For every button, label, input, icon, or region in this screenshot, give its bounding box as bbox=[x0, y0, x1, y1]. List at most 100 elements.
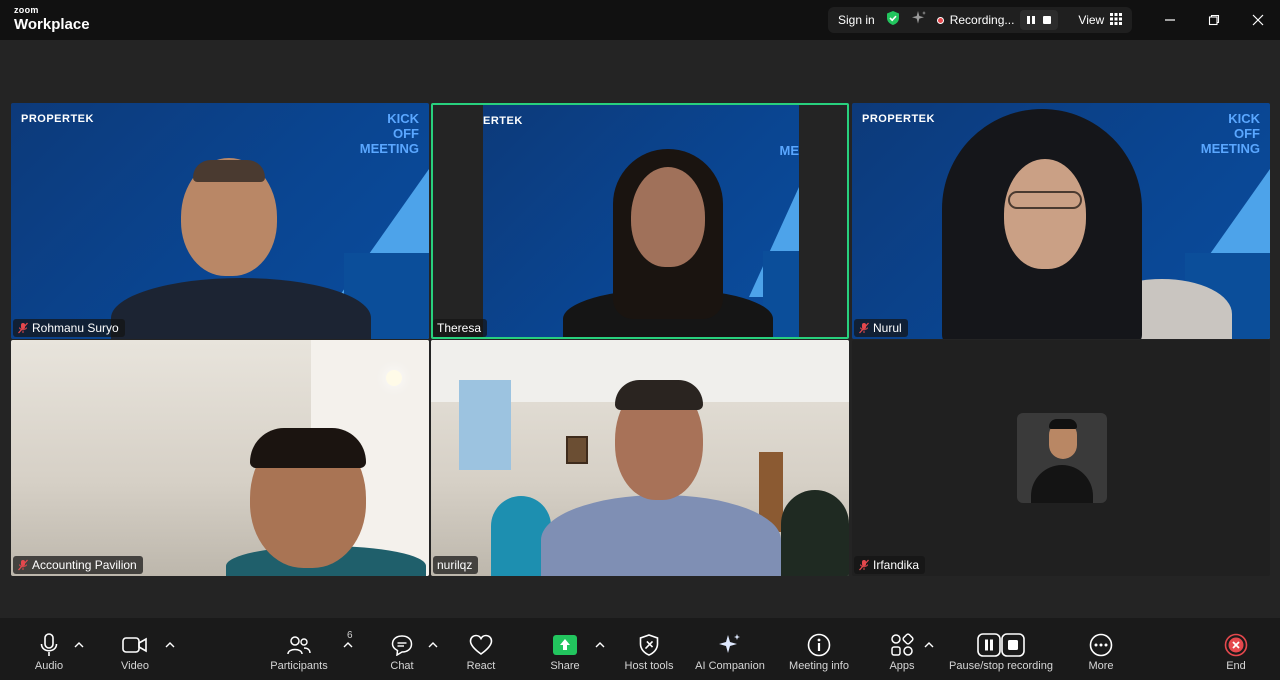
info-icon bbox=[807, 633, 831, 657]
more-label: More bbox=[1088, 660, 1114, 672]
react-button[interactable]: React bbox=[436, 632, 526, 672]
share-screen-icon bbox=[553, 635, 577, 655]
pause-stop-recording-button[interactable]: Pause/stop recording bbox=[940, 632, 1062, 672]
react-label: React bbox=[466, 660, 496, 672]
kick-line-3: MEETING bbox=[359, 141, 419, 156]
more-options-icon bbox=[1089, 633, 1113, 657]
grid-icon bbox=[1110, 12, 1123, 28]
mic-muted-icon bbox=[18, 322, 28, 334]
kick-line-1: KICK bbox=[387, 111, 419, 126]
participant-name-tag: Theresa bbox=[433, 319, 488, 337]
minimize-icon[interactable] bbox=[1148, 0, 1192, 40]
brand-large: Workplace bbox=[14, 16, 90, 33]
participants-label: Participants bbox=[270, 660, 328, 672]
chat-button[interactable]: Chat bbox=[357, 632, 447, 672]
participants-icon bbox=[287, 636, 311, 655]
heart-icon bbox=[469, 634, 493, 655]
host-tools-button[interactable]: Host tools bbox=[604, 632, 694, 672]
shield-icon bbox=[639, 634, 659, 656]
participant-video bbox=[541, 380, 781, 576]
video-tile-accounting-pavilion[interactable]: Accounting Pavilion bbox=[11, 340, 429, 576]
chat-icon bbox=[391, 635, 413, 656]
mic-muted-icon bbox=[859, 322, 869, 334]
participant-name: nurilqz bbox=[437, 558, 473, 572]
audio-options-chevron-icon[interactable] bbox=[72, 640, 86, 650]
participant-name-tag: Irfandika bbox=[854, 556, 926, 574]
backdrop-kick-off-text: KICK OFF MEETING bbox=[360, 111, 419, 156]
kick-line-2: OFF bbox=[393, 126, 419, 141]
video-tile-rohmanu-suryo[interactable]: PROPERTEK KICK OFF MEETING Rohmanu Suryo bbox=[11, 103, 429, 339]
participants-button[interactable]: 6 Participants bbox=[254, 630, 352, 672]
video-camera-icon bbox=[122, 637, 147, 653]
ai-sparkle-icon[interactable] bbox=[911, 10, 927, 31]
host-tools-label: Host tools bbox=[624, 660, 674, 672]
stop-recording-icon[interactable] bbox=[1040, 13, 1054, 27]
recording-indicator[interactable]: Recording... bbox=[936, 10, 1059, 30]
participant-video bbox=[226, 428, 426, 576]
participant-name-tag: Rohmanu Suryo bbox=[13, 319, 125, 337]
mic-muted-icon bbox=[18, 559, 28, 571]
microphone-icon bbox=[40, 633, 58, 656]
meeting-info-button[interactable]: Meeting info bbox=[774, 632, 864, 672]
backdrop-logo: PROPERTEK bbox=[21, 113, 94, 125]
end-label: End bbox=[1226, 660, 1246, 672]
participant-name-tag: nurilqz bbox=[433, 556, 479, 574]
participant-name: Rohmanu Suryo bbox=[32, 321, 119, 335]
end-call-icon bbox=[1224, 633, 1248, 657]
share-label: Share bbox=[550, 660, 580, 672]
restore-icon[interactable] bbox=[1192, 0, 1236, 40]
ai-sparkle-icon bbox=[719, 634, 740, 653]
meeting-info-label: Meeting info bbox=[789, 660, 849, 672]
backdrop-logo: PROPERTEK bbox=[862, 113, 935, 125]
sign-in-link[interactable]: Sign in bbox=[838, 13, 875, 27]
more-button[interactable]: More bbox=[1056, 632, 1146, 672]
window-controls bbox=[1148, 0, 1280, 40]
ai-companion-button[interactable]: AI Companion bbox=[685, 632, 775, 672]
apps-button[interactable]: Apps bbox=[857, 632, 947, 672]
pause-stop-recording-icon bbox=[977, 633, 1025, 657]
meeting-toolbar: Audio Video 6 Participants Chat React Sh… bbox=[0, 618, 1280, 680]
close-window-icon[interactable] bbox=[1236, 0, 1280, 40]
pause-recording-icon[interactable] bbox=[1024, 13, 1038, 27]
participant-video bbox=[942, 109, 1232, 339]
end-meeting-button[interactable]: End bbox=[1191, 632, 1280, 672]
avatar bbox=[1017, 413, 1107, 503]
share-button[interactable]: Share bbox=[520, 632, 610, 672]
participant-name-tag: Accounting Pavilion bbox=[13, 556, 143, 574]
participant-video bbox=[553, 149, 783, 337]
view-label: View bbox=[1078, 13, 1105, 27]
brand-small: zoom bbox=[14, 5, 39, 15]
participant-name: Accounting Pavilion bbox=[32, 558, 137, 572]
ai-companion-label: AI Companion bbox=[695, 660, 765, 672]
video-tile-nurilqz[interactable]: nurilqz bbox=[431, 340, 849, 576]
video-tile-nurul[interactable]: PROPERTEK KICK OFF MEETING Nurul bbox=[852, 103, 1270, 339]
video-label: Video bbox=[121, 660, 149, 672]
audio-button[interactable]: Audio bbox=[4, 632, 94, 672]
video-gallery: PROPERTEK KICK OFF MEETING Rohmanu Suryo… bbox=[0, 40, 1280, 618]
view-button[interactable]: View bbox=[1078, 12, 1123, 28]
app-logo: zoom Workplace bbox=[14, 5, 90, 33]
participants-options-chevron-icon[interactable] bbox=[341, 640, 355, 650]
participant-video bbox=[111, 158, 371, 339]
apps-icon bbox=[891, 633, 914, 656]
backdrop-logo: ERTEK bbox=[483, 115, 523, 127]
chat-label: Chat bbox=[390, 660, 414, 672]
video-button[interactable]: Video bbox=[90, 632, 180, 672]
participant-name-tag: Nurul bbox=[854, 319, 908, 337]
apps-options-chevron-icon[interactable] bbox=[922, 640, 936, 650]
recording-label: Recording... bbox=[949, 13, 1015, 27]
video-options-chevron-icon[interactable] bbox=[163, 640, 177, 650]
video-tile-irfandika[interactable]: Irfandika bbox=[852, 340, 1270, 576]
recording-dot-icon bbox=[936, 16, 944, 24]
meeting-status-bar: Sign in Recording... View bbox=[828, 7, 1133, 33]
participant-name: Theresa bbox=[437, 321, 482, 335]
title-bar: zoom Workplace Sign in Recording... View bbox=[0, 0, 1280, 40]
participant-name: Nurul bbox=[873, 321, 902, 335]
apps-label: Apps bbox=[889, 660, 915, 672]
participant-name: Irfandika bbox=[873, 558, 920, 572]
video-tile-theresa[interactable]: ERTEK ME Theresa bbox=[431, 103, 849, 339]
audio-label: Audio bbox=[34, 660, 64, 672]
mic-muted-icon bbox=[859, 559, 869, 571]
encryption-shield-icon[interactable] bbox=[885, 10, 901, 31]
recording-controls bbox=[1020, 10, 1059, 30]
